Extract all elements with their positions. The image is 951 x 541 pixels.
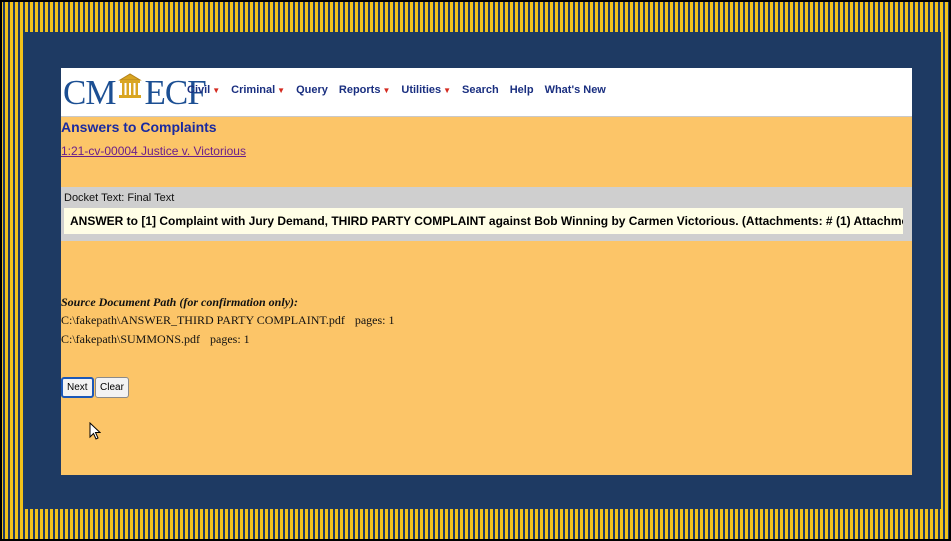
source-file-path: C:\fakepath\ANSWER_THIRD PARTY COMPLAINT… (61, 313, 345, 327)
mouse-pointer-icon (89, 421, 102, 445)
menu-search-label: Search (462, 84, 499, 96)
source-file-row: C:\fakepath\SUMMONS.pdf pages: 1 (61, 332, 250, 347)
source-file-row: C:\fakepath\ANSWER_THIRD PARTY COMPLAINT… (61, 313, 394, 328)
cmecf-window: CM ECF Civil ▼ Criminal ▼ Query Reports ▼ U… (61, 68, 912, 475)
menu-query[interactable]: Query (296, 84, 328, 96)
menu-query-label: Query (296, 84, 328, 96)
docket-text-value: ANSWER to [1] Complaint with Jury Demand… (64, 208, 903, 234)
menu-criminal-label: Criminal (231, 84, 276, 96)
docket-text-label: Docket Text: Final Text (64, 192, 175, 204)
menu-help-label: Help (509, 84, 534, 96)
chevron-down-icon: ▼ (382, 86, 391, 95)
menu-utilities[interactable]: Utilities ▼ (401, 84, 451, 96)
source-document-heading: Source Document Path (for confirmation o… (61, 295, 299, 309)
menu-help[interactable]: Help (510, 84, 534, 96)
source-file-pages: pages: 1 (210, 332, 250, 346)
cmecf-logo[interactable]: CM ECF (63, 70, 207, 112)
menu-search[interactable]: Search (462, 84, 499, 96)
menu-criminal[interactable]: Criminal ▼ (231, 84, 285, 96)
menu-civil-label: Civil (187, 84, 211, 96)
menu-whats-new-label: What's New (544, 84, 606, 96)
logo-text-cm: CM (63, 73, 116, 112)
menu-civil[interactable]: Civil ▼ (187, 84, 220, 96)
menu-bar: CM ECF Civil ▼ Criminal ▼ Query Reports ▼ U… (61, 68, 912, 117)
docket-text-panel: Docket Text: Final Text ANSWER to [1] Co… (61, 187, 912, 241)
source-file-pages: pages: 1 (354, 313, 395, 327)
chevron-down-icon: ▼ (277, 86, 286, 95)
case-link[interactable]: 1:21-cv-00004 Justice v. Victorious (61, 144, 246, 158)
menu-reports[interactable]: Reports ▼ (339, 84, 390, 96)
page-title: Answers to Complaints (61, 119, 217, 135)
chevron-down-icon: ▼ (443, 86, 452, 95)
chevron-down-icon: ▼ (212, 86, 221, 95)
main-menu: Civil ▼ Criminal ▼ Query Reports ▼ Utilitie… (187, 84, 617, 96)
source-file-path: C:\fakepath\SUMMONS.pdf (61, 332, 200, 346)
menu-whats-new[interactable]: What's New (545, 84, 606, 96)
clear-button[interactable]: Clear (95, 377, 129, 398)
menu-utilities-label: Utilities (401, 84, 442, 96)
menu-reports-label: Reports (338, 84, 381, 96)
courthouse-icon (118, 70, 143, 108)
next-button[interactable]: Next (61, 377, 94, 398)
